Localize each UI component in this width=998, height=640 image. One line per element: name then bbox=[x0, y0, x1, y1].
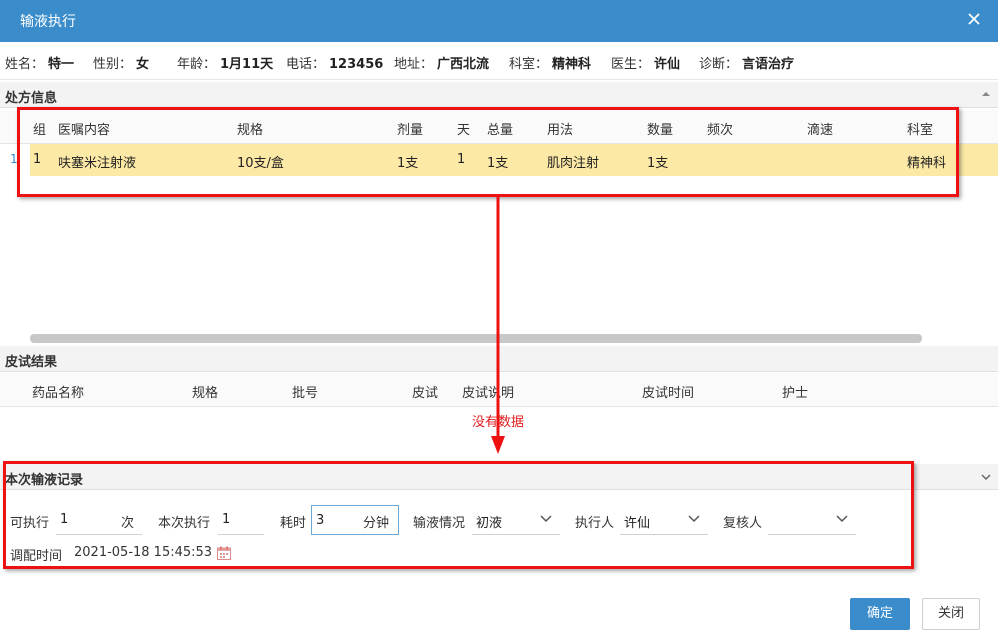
col-drip-rate: 滴速 bbox=[807, 123, 834, 138]
cell-usage: 肌肉注射 bbox=[547, 156, 600, 171]
cell-spec: 10支/盒 bbox=[237, 156, 284, 171]
col-skin-time: 皮试时间 bbox=[642, 386, 695, 401]
chevron-down-icon bbox=[688, 515, 700, 523]
chevron-down-icon bbox=[540, 515, 552, 523]
row-number: 1 bbox=[10, 152, 18, 166]
patient-department: 科室： 精神科 bbox=[509, 57, 592, 72]
col-dose: 剂量 bbox=[397, 123, 424, 138]
col-days: 天 bbox=[457, 123, 471, 138]
chevron-down-icon[interactable] bbox=[980, 471, 992, 483]
executor-value: 许仙 bbox=[624, 516, 651, 531]
duration-label: 耗时 bbox=[280, 516, 307, 531]
close-icon[interactable] bbox=[964, 9, 984, 29]
patient-gender: 性别：女 bbox=[93, 57, 150, 72]
table-row[interactable]: 1 呋塞米注射液 10支/盒 1支 1 1支 肌肉注射 1支 精神科 bbox=[30, 144, 998, 176]
col-total: 总量 bbox=[487, 123, 514, 138]
prescription-grid-header: 组 医嘱内容 规格 剂量 天 总量 用法 数量 频次 滴速 科室 bbox=[0, 110, 998, 144]
reviewer-label: 复核人 bbox=[723, 516, 763, 531]
skin-test-grid-header: 药品名称 规格 批号 皮试 皮试说明 皮试时间 护士 bbox=[0, 373, 998, 407]
reviewer-select[interactable] bbox=[768, 505, 856, 535]
this-exec-label: 本次执行 bbox=[158, 516, 211, 531]
patient-diagnosis: 诊断： 言语治疗 bbox=[699, 57, 795, 72]
collapse-up-icon[interactable] bbox=[980, 88, 992, 100]
col-order-content: 医嘱内容 bbox=[58, 123, 111, 138]
col-spec: 规格 bbox=[237, 123, 264, 138]
col-skin-note: 皮试说明 bbox=[462, 386, 515, 401]
patient-name: 姓名： 特一 bbox=[5, 57, 75, 72]
infusion-status-select[interactable]: 初液 bbox=[472, 505, 560, 535]
prescription-panel-title: 处方信息 bbox=[5, 91, 58, 106]
confirm-button[interactable]: 确定 bbox=[850, 598, 910, 630]
cell-dose: 1支 bbox=[397, 156, 419, 171]
cell-days: 1 bbox=[457, 152, 466, 167]
horizontal-scrollbar[interactable] bbox=[30, 334, 922, 343]
infusion-status-value: 初液 bbox=[476, 516, 503, 531]
col-drug-name: 药品名称 bbox=[32, 386, 85, 401]
cell-group: 1 bbox=[33, 152, 42, 167]
executable-unit: 次 bbox=[121, 516, 135, 531]
cell-department: 精神科 bbox=[907, 156, 947, 171]
cell-order-content: 呋塞米注射液 bbox=[58, 156, 137, 171]
dialog-title: 输液执行 bbox=[20, 14, 76, 30]
col-skin-spec: 规格 bbox=[192, 386, 219, 401]
cell-quantity: 1支 bbox=[647, 156, 669, 171]
skin-test-panel-header: 皮试结果 bbox=[0, 346, 998, 372]
patient-phone: 电话： 123456 bbox=[286, 57, 384, 72]
patient-info-bar: 姓名： 特一 性别：女 年龄： 1月11天 电话： 123456 地址： 广西北流 科室… bbox=[0, 42, 998, 80]
col-quantity: 数量 bbox=[647, 123, 674, 138]
executor-select[interactable]: 许仙 bbox=[620, 505, 708, 535]
dialog-titlebar: 输液执行 bbox=[0, 0, 998, 42]
patient-address: 地址： 广西北流 bbox=[394, 57, 490, 72]
this-exec-input[interactable] bbox=[218, 505, 264, 535]
record-panel-header[interactable]: 本次输液记录 bbox=[0, 464, 998, 490]
close-button[interactable]: 关闭 bbox=[922, 598, 980, 630]
col-group: 组 bbox=[33, 123, 47, 138]
col-frequency: 频次 bbox=[707, 123, 734, 138]
prep-time-value[interactable]: 2021-05-18 15:45:53 bbox=[74, 545, 212, 560]
col-skin-test: 皮试 bbox=[412, 386, 439, 401]
duration-unit: 分钟 bbox=[363, 516, 390, 531]
patient-doctor: 医生： 许仙 bbox=[611, 57, 681, 72]
cell-total: 1支 bbox=[487, 156, 509, 171]
skin-test-panel-title: 皮试结果 bbox=[5, 355, 58, 370]
prep-time-label: 调配时间 bbox=[10, 549, 63, 564]
calendar-icon[interactable] bbox=[216, 545, 232, 561]
empty-state-text: 没有数据 bbox=[472, 415, 525, 430]
col-department: 科室 bbox=[907, 123, 934, 138]
executable-label: 可执行 bbox=[10, 516, 50, 531]
patient-age: 年龄： 1月11天 bbox=[177, 57, 274, 72]
infusion-status-label: 输液情况 bbox=[413, 516, 466, 531]
col-batch: 批号 bbox=[292, 386, 319, 401]
prescription-panel-header[interactable]: 处方信息 bbox=[0, 82, 998, 108]
chevron-down-icon bbox=[836, 515, 848, 523]
col-usage: 用法 bbox=[547, 123, 574, 138]
record-panel-title: 本次输液记录 bbox=[5, 473, 84, 488]
col-nurse: 护士 bbox=[782, 386, 809, 401]
executor-label: 执行人 bbox=[575, 516, 615, 531]
